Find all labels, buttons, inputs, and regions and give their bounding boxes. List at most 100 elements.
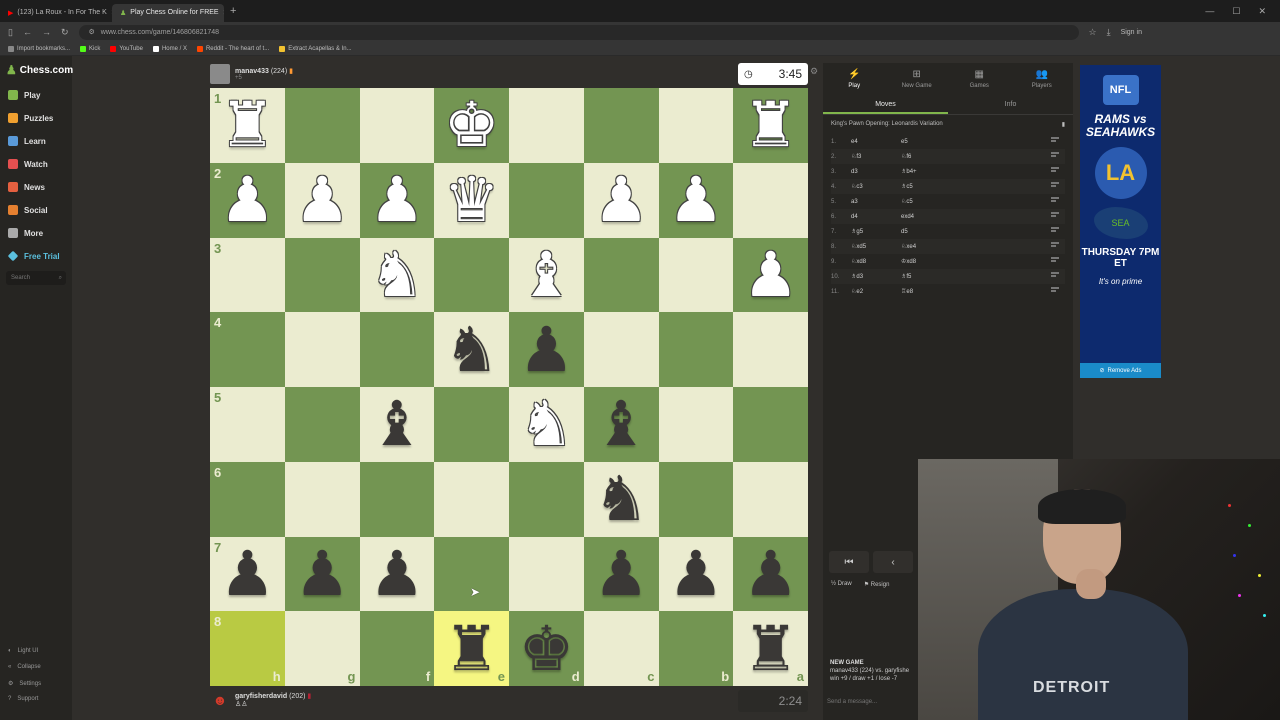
white-king-icon[interactable]: ♚ [444,94,500,156]
board-square[interactable] [658,312,734,387]
avatar[interactable] [210,64,230,84]
board-square[interactable]: 3 [210,237,285,313]
black-pawn-icon[interactable]: ♟ [220,542,276,605]
white-queen-icon[interactable]: ♛ [444,169,500,231]
player-name[interactable]: manav433 [235,68,269,75]
board-square[interactable] [359,88,435,163]
black-move[interactable]: e5 [901,139,961,145]
board-square[interactable] [509,162,584,238]
board-square[interactable]: ♝ [359,387,435,462]
black-move[interactable]: ♗f5 [901,273,961,280]
white-move[interactable]: d4 [851,214,901,220]
board-square[interactable]: ♝ [509,237,584,313]
board-square[interactable] [658,387,734,462]
black-move[interactable]: ♗c5 [901,183,961,190]
board-square[interactable] [359,312,435,387]
light-ui-toggle[interactable]: ◐ Light UI [8,648,38,654]
white-pawn-icon[interactable]: ♟ [220,169,276,231]
board-square[interactable]: ♟ [658,162,734,238]
tab-moves[interactable]: Moves [823,95,948,114]
black-move[interactable]: d5 [901,229,961,235]
white-move[interactable]: ♘c3 [851,183,901,190]
draw-button[interactable]: ½ Draw [831,581,852,588]
board-square[interactable] [658,88,734,163]
board-square[interactable]: g [284,611,360,686]
black-move[interactable]: ♘c5 [901,198,961,205]
chess-logo[interactable]: ♟ Chess.com [6,63,73,77]
tab-info[interactable]: Info [948,95,1073,114]
white-move[interactable]: d3 [851,169,901,175]
board-square[interactable] [284,461,360,537]
new-tab-icon[interactable]: + [230,5,236,17]
tab-play[interactable]: ⚡ Play [823,63,886,95]
white-pawn-icon[interactable]: ♟ [593,169,649,231]
black-move[interactable]: ♗b4+ [901,168,961,175]
board-square[interactable]: 7 ♟ [210,536,285,612]
board-square[interactable]: ♟ [658,536,734,612]
board-square[interactable] [434,387,509,462]
player-name[interactable]: garyfisherdavid [235,693,287,700]
white-knight-icon[interactable]: ♞ [519,393,575,455]
black-rook-icon[interactable]: ♜ [743,617,799,680]
minimize-icon[interactable]: — [1205,6,1214,17]
search-input[interactable]: Search ⌕ [6,271,66,285]
white-move[interactable]: ♘f3 [851,153,901,160]
resign-button[interactable]: ⚑ Resign [864,581,890,588]
board-square[interactable]: ♟ [284,536,360,612]
white-rook-icon[interactable]: ♜ [743,94,799,156]
bookmark-item[interactable]: Home / X [152,45,187,52]
sidebar-item-news[interactable]: News [8,182,45,192]
bookmark-item[interactable]: Extract Acapellas & In... [279,45,352,52]
board-square[interactable]: ♞ [434,312,509,387]
settings-gear-icon[interactable]: ⚙ [810,66,818,77]
tab-youtube[interactable]: ▶ (123) La Roux - In For The K ✕ [0,4,112,22]
forward-icon[interactable]: → [42,27,51,37]
bookmark-item[interactable]: Kick [80,45,100,52]
board-square[interactable] [284,237,360,313]
board-square[interactable]: ♟ [359,536,435,612]
black-move[interactable]: ♘xe4 [901,243,961,250]
board-square[interactable] [359,461,435,537]
black-move[interactable]: ♘f6 [901,153,961,160]
tab-chess[interactable]: ♟ Play Chess Online for FREE ✕ [112,3,224,22]
bookmark-item[interactable]: YouTube [110,45,143,52]
white-move[interactable]: e4 [851,139,901,145]
black-pawn-icon[interactable]: ♟ [668,542,724,605]
board-square[interactable] [583,237,659,313]
board-square[interactable] [733,162,808,238]
white-move[interactable]: a3 [851,199,901,205]
board-square[interactable]: ♚ [434,88,509,163]
bookmark-item[interactable]: Reddit - The heart of t... [196,45,269,52]
white-move[interactable]: ♗g5 [851,228,901,235]
black-pawn-icon[interactable]: ♟ [593,542,649,605]
site-info-icon[interactable]: ⚙ [89,28,95,36]
white-move[interactable]: ♘e2 [851,288,901,295]
board-square[interactable] [434,237,509,313]
download-icon[interactable]: ⤓ [1107,27,1111,38]
black-move[interactable]: ♖e8 [901,288,961,295]
bookmark-item[interactable]: Import bookmarks... [8,45,70,52]
board-square[interactable]: c [583,611,659,686]
board-square[interactable]: ♟ [733,237,808,313]
black-pawn-icon[interactable]: ♟ [369,542,425,605]
board-square[interactable]: ♛ [434,162,509,238]
board-square[interactable]: ♟ [509,312,584,387]
chat-input[interactable]: Send a message... [827,699,877,705]
url-field[interactable]: ⚙ www.chess.com/game/146806821748 [78,24,1079,40]
white-pawn-icon[interactable]: ♟ [743,243,799,306]
sign-in-button[interactable]: Sign in [1121,29,1142,36]
board-square[interactable] [434,536,509,612]
board-square[interactable]: b [658,611,734,686]
board-square[interactable] [733,387,808,462]
board-square[interactable]: e ♜ [434,611,509,686]
board-square[interactable] [658,237,734,313]
black-move[interactable]: ♔xd8 [901,258,961,265]
white-move[interactable]: ♘xd8 [851,258,901,265]
board-square[interactable]: 2 ♟ [210,162,285,238]
white-pawn-icon[interactable]: ♟ [668,169,724,231]
board-square[interactable] [583,88,659,163]
sidebar-item-free-trial[interactable]: Free Trial [7,250,60,262]
white-move[interactable]: ♘xd5 [851,243,901,250]
white-rook-icon[interactable]: ♜ [220,94,276,156]
sidebar-item-watch[interactable]: Watch [8,159,48,169]
